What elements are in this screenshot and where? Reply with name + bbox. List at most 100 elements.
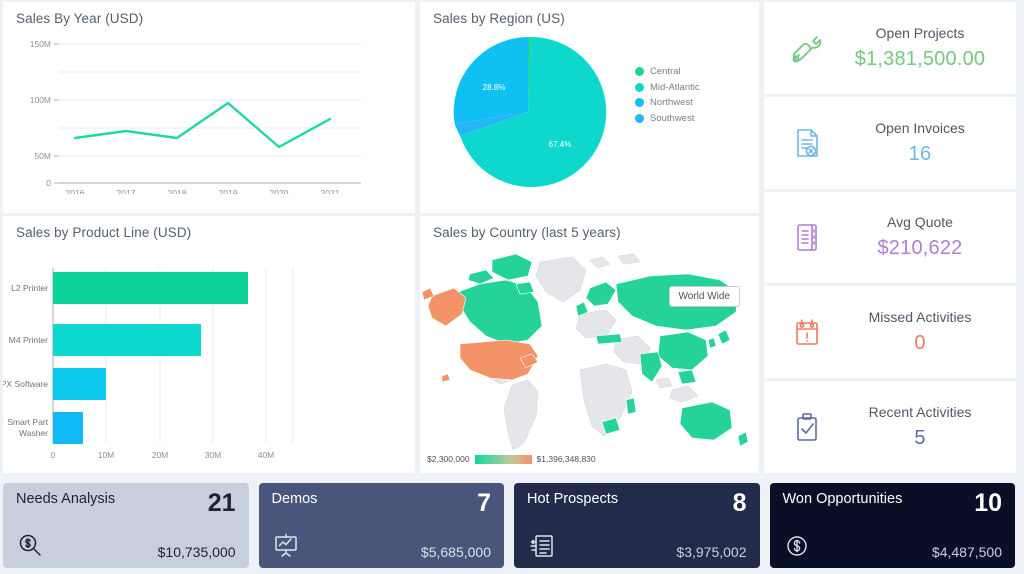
map-legend-gradient	[474, 454, 532, 464]
svg-text:30M: 30M	[205, 450, 222, 460]
pie-chart-svg: 28.8% 67.4%	[453, 36, 607, 188]
pipeline-bottom-hot-prospects: $3,975,002	[527, 532, 747, 560]
kpi-value-avg-quote: $210,622	[877, 237, 963, 260]
bar-smart-part-washer[interactable]	[53, 412, 83, 444]
legend-item-central[interactable]: Central	[635, 66, 700, 77]
svg-text:150M: 150M	[30, 39, 51, 49]
kpi-card-open-invoices[interactable]: Open Invoices 16	[764, 96, 1016, 189]
kpi-body-open-invoices: Open Invoices 16	[838, 120, 1002, 166]
pipeline-top-hot-prospects: Hot Prospects 8	[527, 491, 747, 516]
clipboard-check-icon	[776, 407, 838, 447]
kpi-label-open-projects: Open Projects	[875, 24, 965, 41]
bar-m4-printer[interactable]	[53, 324, 201, 356]
map-legend-max: $1,396,348,830	[536, 454, 596, 464]
panel-sales-by-product-line: Sales by Product Line (USD) L2 Printer M…	[3, 216, 415, 473]
map-legend-min: $2,300,000	[427, 454, 470, 464]
bar-px-software[interactable]	[53, 368, 106, 400]
legend-swatch-southwest	[635, 113, 644, 123]
pie-slice-northwest[interactable]	[453, 37, 528, 124]
pie-label-mid-atlantic: 67.4%	[549, 140, 572, 149]
svg-text:2016: 2016	[66, 188, 85, 194]
svg-text:50M: 50M	[34, 151, 51, 161]
pipeline-bottom-demos: $5,685,000	[272, 532, 491, 560]
chart-title-sales-by-region: Sales by Region (US)	[433, 11, 565, 26]
legend-label-southwest: Southwest	[650, 112, 695, 124]
svg-text:2019: 2019	[219, 188, 238, 194]
legend-swatch-central	[635, 67, 644, 76]
pipeline-card-won-opportunities[interactable]: Won Opportunities 10 $4,487,500	[769, 483, 1015, 568]
kpi-label-recent-activities: Recent Activities	[868, 404, 972, 421]
svg-text:0: 0	[46, 178, 51, 188]
legend-swatch-mid-atlantic	[635, 82, 644, 92]
magnifier-dollar-icon	[16, 532, 44, 560]
panel-sales-by-country: Sales by Country (last 5 years) World Wi…	[420, 216, 759, 473]
kpi-card-avg-quote[interactable]: Avg Quote $210,622	[764, 191, 1016, 284]
svg-text:20M: 20M	[152, 450, 169, 460]
pipeline-card-demos[interactable]: Demos 7 $5,685,000	[258, 483, 504, 568]
dollar-circle-icon	[783, 532, 811, 560]
pipeline-count-needs-analysis: 21	[207, 489, 236, 517]
kpi-body-open-projects: Open Projects $1,381,500.00	[838, 25, 1002, 71]
legend-label-mid-atlantic: Mid-Atlantic	[650, 81, 700, 93]
pipeline-top-needs-analysis: Needs Analysis 21	[16, 489, 236, 517]
svg-text:2020: 2020	[270, 188, 289, 194]
chart-title-sales-by-country: Sales by Country (last 5 years)	[433, 225, 621, 240]
pipeline-card-needs-analysis[interactable]: Needs Analysis 21 $10,735,000	[3, 483, 249, 568]
bar-label-smart-part-washer-1: Smart Part	[7, 417, 48, 427]
pipeline-amount-hot-prospects: $3,975,002	[676, 544, 747, 560]
map-color-legend: $2,300,000 $1,396,348,830	[427, 454, 596, 464]
pipeline-top-demos: Demos 7	[272, 489, 492, 517]
pipeline-count-demos: 7	[477, 489, 491, 517]
line-chart-area: 150M 100M 50M 0 2016 2017 2018 2019 2020…	[3, 26, 415, 194]
kpi-body-missed-activities: Missed Activities 0	[838, 309, 1002, 355]
legend-item-northwest[interactable]: Northwest	[635, 97, 700, 108]
pipeline-count-won-opportunities: 10	[974, 489, 1002, 517]
kpi-value-open-invoices: 16	[908, 142, 932, 165]
kpi-card-missed-activities[interactable]: Missed Activities 0	[764, 286, 1016, 379]
chart-title-sales-by-year: Sales By Year (USD)	[16, 11, 144, 26]
legend-swatch-northwest	[635, 98, 644, 107]
svg-text:10M: 10M	[98, 450, 115, 460]
bar-chart-area: L2 Printer M4 Printer PX Software Smart …	[3, 240, 415, 468]
kpi-value-recent-activities: 5	[914, 427, 926, 450]
bar-l2-printer[interactable]	[53, 272, 248, 304]
svg-text:2017: 2017	[117, 188, 136, 194]
pipeline-top-won-opportunities: Won Opportunities 10	[782, 489, 1003, 517]
pipeline-card-hot-prospects[interactable]: Hot Prospects 8 $3,975,002	[514, 483, 760, 568]
legend-label-central: Central	[650, 66, 681, 77]
svg-text:2018: 2018	[168, 188, 187, 194]
pipeline-amount-needs-analysis: $10,735,000	[157, 544, 236, 560]
kpi-card-open-projects[interactable]: Open Projects $1,381,500.00	[764, 2, 1016, 94]
bar-label-m4-printer: M4 Printer	[9, 335, 48, 345]
map-chart-area[interactable]: World Wide $2,300,000 $1,396,348,830	[420, 240, 759, 470]
contact-card-icon	[527, 532, 555, 560]
dashboard-root: Sales By Year (USD) 150M 100M 50M 0 2016…	[0, 0, 1024, 574]
svg-text:100M: 100M	[30, 95, 51, 105]
bar-label-smart-part-washer-2: Washer	[19, 428, 48, 438]
bar-label-px-software: PX Software	[3, 379, 48, 389]
kpi-label-avg-quote: Avg Quote	[887, 214, 953, 231]
svg-text:40M: 40M	[258, 450, 275, 460]
invoice-document-icon	[776, 123, 838, 163]
pie-label-northwest: 28.8%	[483, 83, 506, 92]
bar-chart-svg: L2 Printer M4 Printer PX Software Smart …	[3, 268, 294, 460]
svg-text:0: 0	[51, 450, 56, 460]
kpi-column: Open Projects $1,381,500.00 Open Invoice…	[764, 2, 1016, 473]
quote-list-icon	[776, 217, 838, 257]
kpi-card-recent-activities[interactable]: Recent Activities 5	[764, 381, 1016, 473]
world-map-svg[interactable]	[420, 240, 759, 464]
presentation-chart-icon	[272, 532, 300, 560]
kpi-body-avg-quote: Avg Quote $210,622	[838, 214, 1002, 260]
pie-legend: Central Mid-Atlantic Northwest Southwest	[635, 66, 700, 128]
calendar-alert-icon	[776, 312, 838, 352]
pipeline-label-won-opportunities: Won Opportunities	[782, 491, 903, 507]
legend-item-southwest[interactable]: Southwest	[635, 113, 700, 124]
kpi-label-missed-activities: Missed Activities	[868, 309, 972, 326]
svg-text:2021: 2021	[321, 188, 340, 194]
legend-item-mid-atlantic[interactable]: Mid-Atlantic	[635, 82, 700, 93]
chart-title-sales-by-product-line: Sales by Product Line (USD)	[16, 225, 192, 240]
kpi-value-missed-activities: 0	[914, 332, 926, 355]
world-wide-button[interactable]: World Wide	[668, 286, 740, 307]
pie-chart-area: 28.8% 67.4% Central Mid-Atlantic Northwe…	[420, 26, 759, 206]
pipeline-amount-demos: $5,685,000	[420, 544, 491, 560]
